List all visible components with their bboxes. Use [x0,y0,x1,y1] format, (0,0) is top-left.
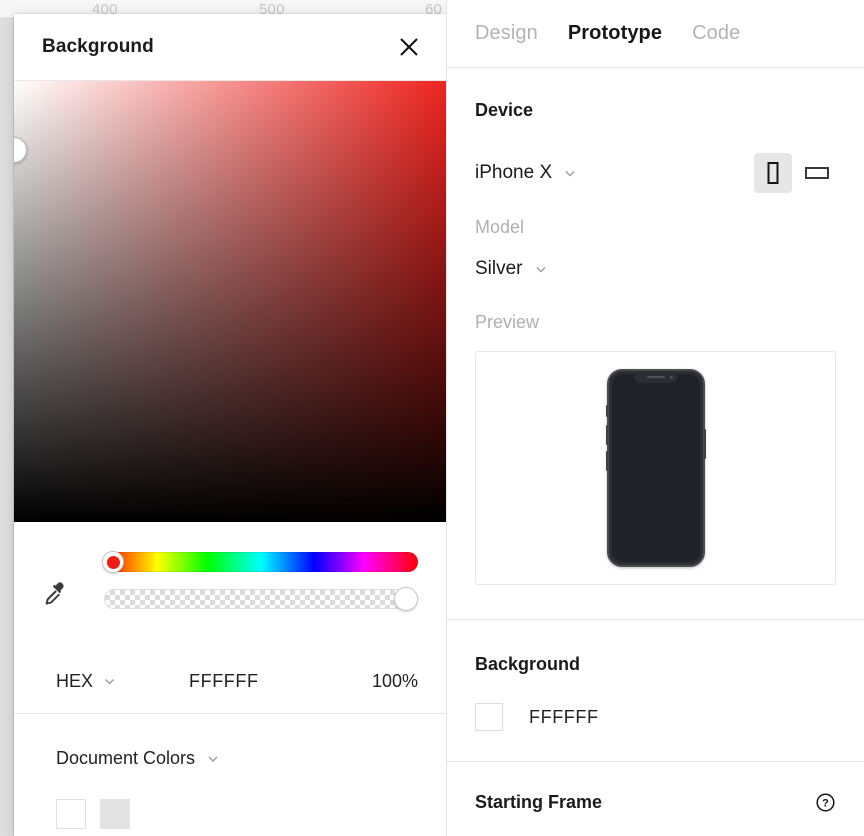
device-row: iPhone X [475,153,836,193]
starting-frame-title: Starting Frame [475,792,603,812]
color-picker-panel: Background HEX FFFFFF 100% Document Colo… [14,14,446,836]
color-picker-header: Background [14,14,446,80]
hue-slider[interactable] [102,551,418,573]
model-value: Silver [475,258,523,279]
tab-design[interactable]: Design [475,22,538,45]
model-label: Model [475,217,525,237]
background-color-swatch[interactable] [475,703,503,731]
hex-input[interactable]: FFFFFF [117,671,372,692]
chevron-down-icon [208,756,218,762]
tab-prototype[interactable]: Prototype [568,22,662,45]
document-colors-label: Document Colors [56,748,196,768]
panel-tabs: Design Prototype Code [447,0,864,68]
close-icon[interactable] [392,30,426,64]
phone-power-button [703,429,706,459]
tab-code[interactable]: Code [692,22,740,45]
device-section-title: Device [475,100,534,120]
phone-volume-down-button [605,451,608,471]
alpha-slider[interactable] [104,587,418,611]
starting-frame-row: Starting Frame ? [475,792,836,813]
phone-volume-up-button [605,425,608,445]
iphone-x-mockup [605,369,706,567]
chevron-down-icon [536,267,546,273]
saturation-value-handle[interactable] [14,137,27,163]
canvas-left-gutter [0,18,14,836]
device-preview-frame [475,351,836,585]
chevron-down-icon [565,171,575,177]
color-mode-label: HEX [56,671,94,691]
document-colors-toggle[interactable]: Document Colors [56,748,418,769]
device-section: Device iPhone X [447,68,864,193]
alpha-slider-handle[interactable] [394,587,418,611]
device-dropdown[interactable]: iPhone X [475,162,578,184]
white-swatch[interactable] [56,799,86,829]
preview-label: Preview [475,312,540,332]
starting-frame-section: Starting Frame ? [447,762,864,813]
device-value: iPhone X [475,162,553,183]
opacity-input[interactable]: 100% [372,671,418,692]
phone-screen [611,374,700,562]
chevron-down-icon [105,679,115,685]
phone-landscape-icon[interactable] [798,153,836,193]
background-section-title: Background [475,654,581,674]
document-colors-section: Document Colors [14,714,446,829]
phone-portrait-icon[interactable] [754,153,792,193]
background-hex-input[interactable]: FFFFFF [529,707,599,728]
model-section: Model Silver Preview [447,193,864,333]
hue-slider-handle[interactable] [102,551,124,573]
color-picker-title: Background [42,36,154,57]
phone-speaker [646,376,665,378]
app-root: 400 500 60 Background HEX FFFFFF 100% Do… [0,0,864,836]
color-mode-dropdown[interactable]: HEX [56,671,117,692]
light-gray-swatch[interactable] [100,799,130,829]
model-dropdown[interactable]: Silver [475,258,836,280]
saturation-value-field[interactable] [14,80,446,522]
phone-mute-switch [605,405,608,417]
properties-panel: Design Prototype Code Device iPhone X Mo… [446,0,864,836]
eyedropper-icon[interactable] [42,548,96,618]
svg-text:?: ? [822,798,829,810]
phone-camera [669,376,673,379]
color-sliders-block [14,522,446,650]
background-color-row: FFFFFF [475,703,836,731]
orientation-toggle-group [754,153,836,193]
hue-handle-fill [106,555,120,569]
background-section: Background FFFFFF [447,620,864,761]
help-circle-icon[interactable]: ? [815,792,836,813]
slider-stack [96,548,418,611]
color-value-row: HEX FFFFFF 100% [14,650,446,714]
document-colors-swatches [56,799,418,829]
